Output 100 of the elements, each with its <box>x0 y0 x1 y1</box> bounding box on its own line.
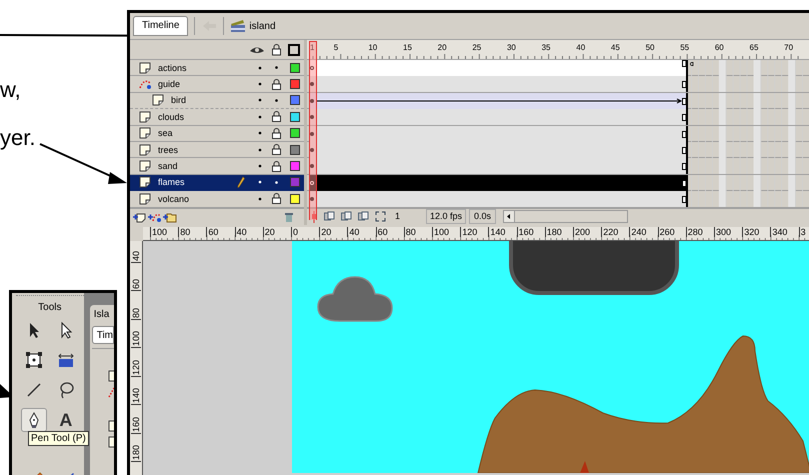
layer-row[interactable]: clouds <box>130 109 304 126</box>
layer-row[interactable]: trees <box>130 142 304 158</box>
document-text: yer. <box>0 126 36 150</box>
layer-row[interactable]: volcano <box>130 191 304 208</box>
layer-name: trees <box>158 144 180 155</box>
frame-number: 30 <box>506 43 516 53</box>
frame-number: 15 <box>403 43 412 53</box>
layer-color-swatch[interactable] <box>290 95 300 106</box>
scene-name[interactable]: island <box>249 18 276 34</box>
ruler-label: 100 <box>432 226 450 237</box>
ruler-label: 160 <box>131 416 141 434</box>
layer-name: volcano <box>158 194 190 204</box>
eye-icon <box>249 44 265 54</box>
pen-tool[interactable] <box>20 408 47 432</box>
layer-color-swatch[interactable] <box>290 112 300 122</box>
end-frame-icon <box>682 130 687 138</box>
ruler-label: 40 <box>131 250 141 263</box>
ruler-label: 180 <box>544 226 562 237</box>
ruler-label: 240 <box>629 226 646 237</box>
layer-name: guide <box>158 79 182 90</box>
frame-number: 50 <box>646 43 654 53</box>
layer-name: bird <box>171 95 188 106</box>
trash-icon <box>284 210 294 223</box>
layer-icon <box>139 110 152 123</box>
frame-number: 35 <box>542 43 551 53</box>
ruler-label: 120 <box>460 226 478 237</box>
ruler-label: 40 <box>347 226 360 237</box>
ruler-label: 160 <box>516 226 534 237</box>
guide-layer-icon <box>139 78 152 90</box>
ruler-label: 80 <box>404 226 416 237</box>
layer-icon <box>108 370 114 382</box>
layer-color-swatch[interactable] <box>290 79 300 90</box>
document-tab[interactable]: Isla <box>90 305 114 323</box>
layer-color-swatch[interactable] <box>290 144 300 155</box>
layer-icon <box>139 144 152 156</box>
scrollbar[interactable] <box>503 210 628 224</box>
layer-row[interactable]: sea <box>130 126 304 142</box>
frame-number: 5 <box>334 43 338 53</box>
ruler-label: 280 <box>686 226 703 237</box>
layer-icon <box>108 420 114 432</box>
onion-outline-icon <box>341 211 352 222</box>
frame-number: 60 <box>714 43 724 53</box>
end-frame-icon <box>682 146 687 154</box>
layer-name: sea <box>158 128 174 138</box>
ruler-label: 320 <box>742 226 760 237</box>
script-icon <box>689 61 694 67</box>
guide-layer-icon <box>108 386 114 398</box>
end-frame-icon <box>682 196 687 204</box>
layer-row[interactable]: bird <box>130 92 304 110</box>
ruler-label: 120 <box>131 359 141 377</box>
ruler-label: 40 <box>234 226 247 237</box>
ruler-label: 0 <box>291 226 298 237</box>
frame-number: 10 <box>368 43 378 53</box>
ruler-label: 260 <box>658 226 675 237</box>
end-frame-icon <box>682 114 687 122</box>
rounded-shape[interactable] <box>509 240 679 295</box>
elapsed-time: 0.0s <box>469 208 496 224</box>
layer-row[interactable]: actions <box>130 60 304 76</box>
frame-rate[interactable]: 12.0 fps <box>426 208 466 224</box>
ruler-label: 300 <box>714 226 732 237</box>
tools-title: Tools <box>38 302 62 314</box>
ruler-label: 60 <box>376 226 388 237</box>
end-frame-icon <box>682 180 687 187</box>
frame-number: 65 <box>750 43 758 53</box>
onion-skin-icon <box>324 211 335 222</box>
ruler-label: 100 <box>150 226 168 237</box>
frame-span[interactable] <box>310 174 688 191</box>
ruler-label: 80 <box>131 308 141 320</box>
frame-number: 20 <box>438 43 447 53</box>
ruler-label: 140 <box>131 388 141 406</box>
frame-number: 40 <box>576 43 586 53</box>
ruler-label: 60 <box>131 279 141 292</box>
cloud-shape[interactable] <box>317 276 393 322</box>
end-frame-icon <box>682 98 687 105</box>
clapperboard-icon <box>230 19 246 33</box>
gradient-icon <box>56 351 75 369</box>
frame-number: 25 <box>472 43 482 53</box>
add-folder-icon <box>163 210 177 223</box>
layer-icon <box>139 127 152 140</box>
ruler-label: 200 <box>573 226 590 237</box>
layer-color-swatch[interactable] <box>290 177 300 188</box>
frame-number: 45 <box>610 43 620 53</box>
layer-row[interactable]: flames <box>130 174 304 192</box>
timeline-tab[interactable]: Timeline <box>133 16 188 36</box>
markers-icon <box>375 211 386 222</box>
layer-color-swatch[interactable] <box>290 128 300 138</box>
line-icon <box>24 381 43 399</box>
layer-color-swatch[interactable] <box>290 62 300 73</box>
layer-icon <box>139 192 152 205</box>
layer-name: clouds <box>158 112 186 122</box>
mountain-shape[interactable] <box>478 335 809 473</box>
frame-number: 1 <box>310 43 314 53</box>
layer-row[interactable]: guide <box>130 76 304 93</box>
tooltip: Pen Tool (P) <box>28 431 89 446</box>
ruler-label: 3 <box>798 226 806 237</box>
timeline-tab[interactable]: Tim <box>92 326 114 344</box>
layer-color-swatch[interactable] <box>290 161 300 172</box>
layer-color-swatch[interactable] <box>290 194 300 204</box>
lock-icon <box>271 44 282 56</box>
text-tool[interactable]: A <box>52 408 79 432</box>
